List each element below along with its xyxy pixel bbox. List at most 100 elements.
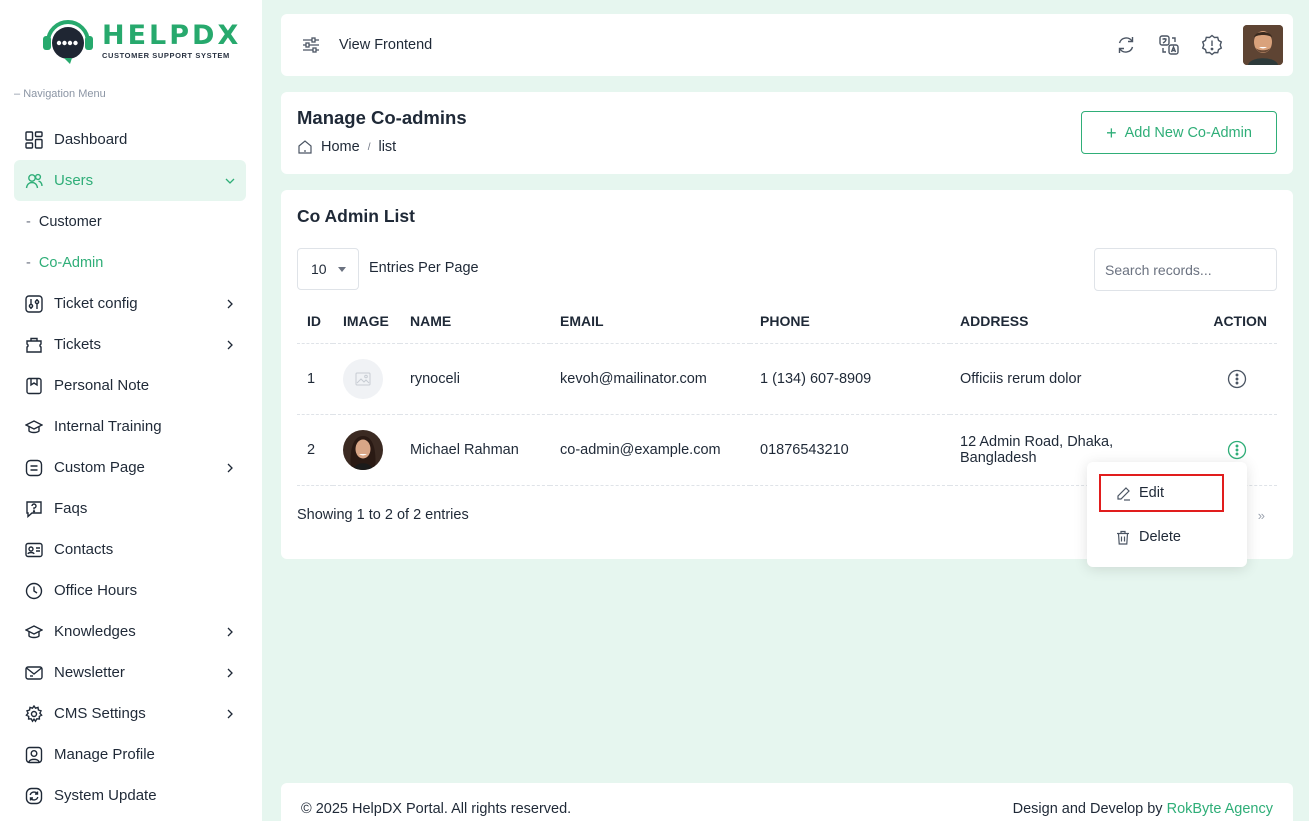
brand-tagline: CUSTOMER SUPPORT SYSTEM: [102, 51, 230, 60]
sidebar-item-label: Dashboard: [54, 131, 128, 148]
cell-id: 2: [297, 414, 333, 486]
chevron-right-icon: [224, 708, 236, 720]
sliders-icon[interactable]: [301, 35, 321, 55]
sidebar-item-internal-training[interactable]: Internal Training: [14, 406, 246, 447]
col-action: ACTION: [1195, 300, 1277, 344]
topbar: View Frontend: [281, 14, 1293, 76]
user-avatar: [343, 429, 383, 470]
entries-per-page-label: Entries Per Page: [369, 260, 479, 276]
sidebar-item-label: CMS Settings: [54, 705, 146, 722]
view-frontend-link[interactable]: View Frontend: [339, 37, 432, 53]
sidebar-item-faqs[interactable]: Faqs: [14, 488, 246, 529]
page-header: Manage Co-admins Home / list + Add New C…: [281, 92, 1293, 174]
sidebar-item-cms-settings[interactable]: CMS Settings: [14, 693, 246, 734]
alert-icon[interactable]: [1200, 33, 1224, 57]
refresh-icon: [24, 786, 44, 806]
page-icon: [24, 458, 44, 478]
sidebar-item-custom-page[interactable]: Custom Page: [14, 447, 246, 488]
sidebar-item-label: Custom Page: [54, 459, 145, 476]
entries-per-page-select[interactable]: 10: [297, 248, 359, 290]
more-vertical-icon[interactable]: [1227, 440, 1247, 460]
chevron-right-icon: [224, 462, 236, 474]
graduation-icon: [24, 417, 44, 437]
pagination-info: Showing 1 to 2 of 2 entries: [297, 507, 469, 523]
book-icon: [24, 622, 44, 642]
breadcrumb-home[interactable]: Home: [321, 139, 360, 155]
footer-credit: Design and Develop by RokByte Agency: [1012, 801, 1273, 817]
sync-icon[interactable]: [1114, 33, 1138, 57]
chevron-right-icon: [224, 667, 236, 679]
chevron-right-icon: [224, 298, 236, 310]
image-placeholder-icon: [343, 358, 383, 399]
sidebar-item-system-update[interactable]: System Update: [14, 775, 246, 816]
sidebar-item-label: Customer: [38, 213, 102, 230]
sidebar-item-dashboard[interactable]: Dashboard: [14, 119, 246, 160]
nav-menu: Dashboard Users - Customer - Co-Admin Ti…: [14, 119, 246, 816]
delete-menu-item[interactable]: Delete: [1099, 518, 1224, 556]
list-title: Co Admin List: [297, 206, 415, 226]
page-title: Manage Co-admins: [297, 107, 467, 128]
user-avatar[interactable]: [1243, 25, 1283, 65]
sidebar-item-users[interactable]: Users: [14, 160, 246, 201]
sidebar-item-manage-profile[interactable]: Manage Profile: [14, 734, 246, 775]
question-icon: [24, 499, 44, 519]
cell-email: kevoh@mailinator.com: [550, 343, 750, 415]
sidebar-item-label: Newsletter: [54, 664, 125, 681]
col-address: ADDRESS: [950, 300, 1195, 344]
sidebar-subitem-customer[interactable]: - Customer: [14, 201, 246, 242]
sidebar-item-contacts[interactable]: Contacts: [14, 529, 246, 570]
footer: © 2025 HelpDX Portal. All rights reserve…: [281, 783, 1293, 821]
sidebar-item-label: Office Hours: [54, 582, 138, 599]
users-icon: [24, 171, 44, 191]
sidebar-item-label: Faqs: [54, 500, 88, 517]
cell-id: 1: [297, 343, 333, 415]
sidebar-item-label: Ticket config: [54, 295, 138, 312]
sidebar: HELPDX CUSTOMER SUPPORT SYSTEM – Navigat…: [0, 0, 262, 821]
trash-icon: [1115, 529, 1131, 545]
breadcrumb: Home / list: [297, 139, 396, 155]
sidebar-item-personal-note[interactable]: Personal Note: [14, 365, 246, 406]
cell-name: Michael Rahman: [400, 414, 550, 486]
plus-icon: +: [1106, 122, 1117, 143]
sidebar-item-newsletter[interactable]: Newsletter: [14, 652, 246, 693]
note-icon: [24, 376, 44, 396]
sidebar-item-knowledges[interactable]: Knowledges: [14, 611, 246, 652]
edit-menu-item[interactable]: Edit: [1099, 474, 1224, 512]
table-row: 1 rynoceli kevoh@mailinator.com 1 (134) …: [297, 343, 1277, 415]
caret-down-icon: [338, 267, 346, 272]
translate-icon[interactable]: [1157, 33, 1181, 57]
cell-email: co-admin@example.com: [550, 414, 750, 486]
copyright-text: © 2025 HelpDX Portal. All rights reserve…: [301, 801, 572, 817]
breadcrumb-current: list: [378, 139, 397, 155]
sidebar-item-tickets[interactable]: Tickets: [14, 324, 246, 365]
brand-logo[interactable]: HELPDX CUSTOMER SUPPORT SYSTEM: [40, 16, 241, 66]
gear-icon: [24, 704, 44, 724]
col-email: EMAIL: [550, 300, 750, 344]
agency-link[interactable]: RokByte Agency: [1167, 801, 1273, 817]
cell-name: rynoceli: [400, 343, 550, 415]
ticket-icon: [24, 335, 44, 355]
sidebar-item-label: Co-Admin: [38, 254, 104, 271]
cell-phone: 1 (134) 607-8909: [750, 343, 950, 415]
clock-icon: [24, 581, 44, 601]
search-input[interactable]: [1094, 248, 1277, 291]
brand-name: HELPDX: [102, 20, 242, 51]
co-admin-table: ID IMAGE NAME EMAIL PHONE ADDRESS ACTION…: [297, 300, 1277, 486]
sidebar-item-label: Internal Training: [54, 418, 162, 435]
sidebar-item-label: System Update: [54, 787, 157, 804]
col-name: NAME: [400, 300, 550, 344]
pagination-next[interactable]: »: [1258, 508, 1265, 523]
more-vertical-icon[interactable]: [1227, 369, 1247, 389]
chevron-right-icon: [224, 626, 236, 638]
add-co-admin-button[interactable]: + Add New Co-Admin: [1081, 111, 1277, 154]
mail-icon: [24, 663, 44, 683]
col-id: ID: [297, 300, 333, 344]
sidebar-subitem-co-admin[interactable]: - Co-Admin: [14, 242, 246, 283]
col-image: IMAGE: [333, 300, 400, 344]
sidebar-item-ticket-config[interactable]: Ticket config: [14, 283, 246, 324]
home-icon: [297, 139, 313, 155]
sidebar-item-office-hours[interactable]: Office Hours: [14, 570, 246, 611]
sidebar-item-label: Users: [54, 172, 94, 189]
sliders-icon: [24, 294, 44, 314]
sidebar-item-label: Knowledges: [54, 623, 136, 640]
